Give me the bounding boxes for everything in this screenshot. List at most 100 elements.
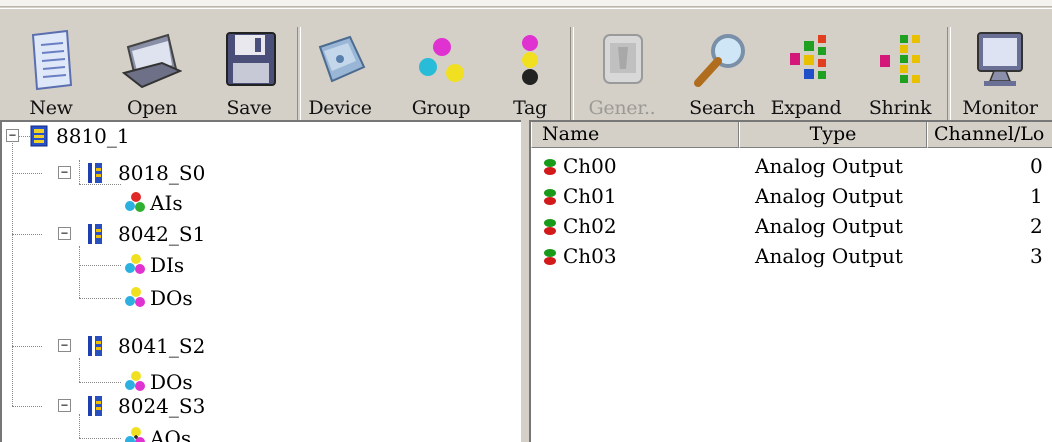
group-icon bbox=[125, 287, 145, 307]
tag-name: Ch03 bbox=[563, 244, 617, 268]
tree-connector bbox=[79, 382, 121, 383]
tag-status-icon bbox=[544, 249, 556, 265]
search-button-label: Search bbox=[689, 97, 755, 119]
expand-button-label: Expand bbox=[770, 97, 842, 119]
tree-root-label: 8810_1 bbox=[56, 124, 130, 148]
tag-type: Analog Output bbox=[755, 154, 903, 178]
monitor-button[interactable]: Monitor bbox=[958, 21, 1042, 125]
save-button[interactable]: Save bbox=[212, 21, 286, 125]
tag-type: Analog Output bbox=[755, 214, 903, 238]
tree-connector bbox=[79, 184, 121, 185]
shrink-button-label: Shrink bbox=[868, 97, 932, 119]
search-button[interactable]: Search bbox=[686, 21, 758, 125]
tag-type: Analog Output bbox=[755, 184, 903, 208]
column-header-channel-label: Channel/Lo bbox=[934, 123, 1045, 145]
search-magnifier-icon bbox=[694, 34, 745, 87]
expand-button[interactable]: Expand bbox=[768, 21, 844, 125]
tree-connector bbox=[79, 160, 80, 184]
tag-name: Ch01 bbox=[563, 184, 617, 208]
tree-connector bbox=[12, 346, 42, 347]
tree-connector bbox=[79, 414, 80, 438]
new-document-icon bbox=[31, 29, 73, 91]
tree-connector bbox=[79, 246, 80, 298]
tag-button[interactable]: Tag bbox=[502, 21, 558, 125]
pane-splitter[interactable] bbox=[521, 120, 529, 442]
tag-channel: 0 bbox=[1030, 154, 1043, 178]
new-button-label: New bbox=[29, 97, 73, 119]
monitor-icon bbox=[977, 32, 1023, 86]
open-icon bbox=[122, 33, 182, 89]
list-item[interactable]: Ch02 Analog Output 2 bbox=[543, 212, 1052, 240]
tree-connector bbox=[79, 358, 80, 382]
column-header-type[interactable]: Type bbox=[739, 122, 927, 148]
tree-connector bbox=[12, 234, 42, 235]
toolbar-separator bbox=[297, 27, 301, 123]
device-icon bbox=[318, 35, 366, 83]
open-button[interactable]: Open bbox=[115, 21, 189, 125]
list-item[interactable]: Ch01 Analog Output 1 bbox=[543, 182, 1052, 210]
shrink-button[interactable]: Shrink bbox=[864, 21, 936, 125]
tag-channel: 2 bbox=[1030, 214, 1043, 238]
device-tree[interactable]: − 8810_1 − 8018_S0 AIs − 8042_S1 DIs DOs… bbox=[0, 120, 521, 442]
collapse-toggle[interactable]: − bbox=[58, 339, 71, 352]
list-item[interactable]: Ch03 Analog Output 3 bbox=[543, 242, 1052, 270]
group-icon bbox=[125, 192, 145, 212]
module-icon bbox=[88, 163, 102, 183]
tag-icon bbox=[522, 35, 538, 85]
column-header-name[interactable]: Name bbox=[531, 122, 739, 148]
group-icon bbox=[125, 427, 145, 442]
controller-icon bbox=[30, 125, 48, 147]
group-icon bbox=[125, 254, 145, 274]
toolbar-separator bbox=[947, 27, 951, 123]
tree-module-label: 8024_S3 bbox=[118, 394, 206, 418]
window-top-edge bbox=[0, 0, 1052, 7]
monitor-button-label: Monitor bbox=[962, 97, 1038, 119]
tree-connector bbox=[79, 298, 121, 299]
tree-group-label: DOs bbox=[150, 286, 193, 310]
toolbar: New Open Save Device Group Tag Gener.. S… bbox=[0, 8, 1052, 123]
tree-module-label: 8041_S2 bbox=[118, 334, 206, 358]
device-button-label: Device bbox=[308, 97, 372, 119]
new-button[interactable]: New bbox=[14, 21, 88, 125]
tree-connector bbox=[12, 136, 13, 406]
tree-connector bbox=[12, 173, 42, 174]
group-icon bbox=[125, 371, 145, 391]
device-button[interactable]: Device bbox=[302, 21, 378, 125]
tree-group-label: AOs bbox=[150, 426, 192, 442]
save-floppy-icon bbox=[226, 32, 276, 86]
module-icon bbox=[88, 396, 102, 416]
group-icon bbox=[419, 38, 464, 82]
tree-connector bbox=[12, 406, 42, 407]
column-header-channel[interactable]: Channel/Lo bbox=[927, 122, 1052, 148]
tag-list[interactable]: Name Type Channel/Lo Ch00 Analog Output … bbox=[529, 120, 1052, 442]
tree-connector bbox=[79, 438, 121, 439]
tree-group-label: DIs bbox=[150, 253, 185, 277]
module-icon bbox=[88, 224, 102, 244]
shrink-tree-icon bbox=[880, 35, 920, 83]
collapse-toggle[interactable]: − bbox=[58, 399, 71, 412]
tag-button-label: Tag bbox=[513, 97, 547, 119]
collapse-toggle[interactable]: − bbox=[58, 227, 71, 240]
open-button-label: Open bbox=[126, 97, 178, 119]
tag-name: Ch02 bbox=[563, 214, 617, 238]
tag-status-icon bbox=[544, 219, 556, 235]
tree-connector bbox=[79, 265, 121, 266]
expand-tree-icon bbox=[790, 35, 826, 79]
tag-channel: 1 bbox=[1030, 184, 1043, 208]
generate-icon bbox=[603, 34, 643, 84]
tree-module-label: 8042_S1 bbox=[118, 222, 206, 246]
save-button-label: Save bbox=[226, 97, 272, 119]
tag-type: Analog Output bbox=[755, 244, 903, 268]
column-header-type-label: Type bbox=[809, 123, 857, 145]
collapse-toggle[interactable]: − bbox=[6, 129, 19, 142]
list-item[interactable]: Ch00 Analog Output 0 bbox=[543, 152, 1052, 180]
tag-status-icon bbox=[544, 189, 556, 205]
tag-name: Ch00 bbox=[563, 154, 617, 178]
tag-status-icon bbox=[544, 159, 556, 175]
tag-channel: 3 bbox=[1030, 244, 1043, 268]
generate-button-label: Gener.. bbox=[588, 97, 656, 119]
generate-button[interactable]: Gener.. bbox=[582, 21, 662, 125]
group-button[interactable]: Group bbox=[400, 21, 482, 125]
toolbar-separator bbox=[570, 27, 574, 123]
collapse-toggle[interactable]: − bbox=[58, 166, 71, 179]
